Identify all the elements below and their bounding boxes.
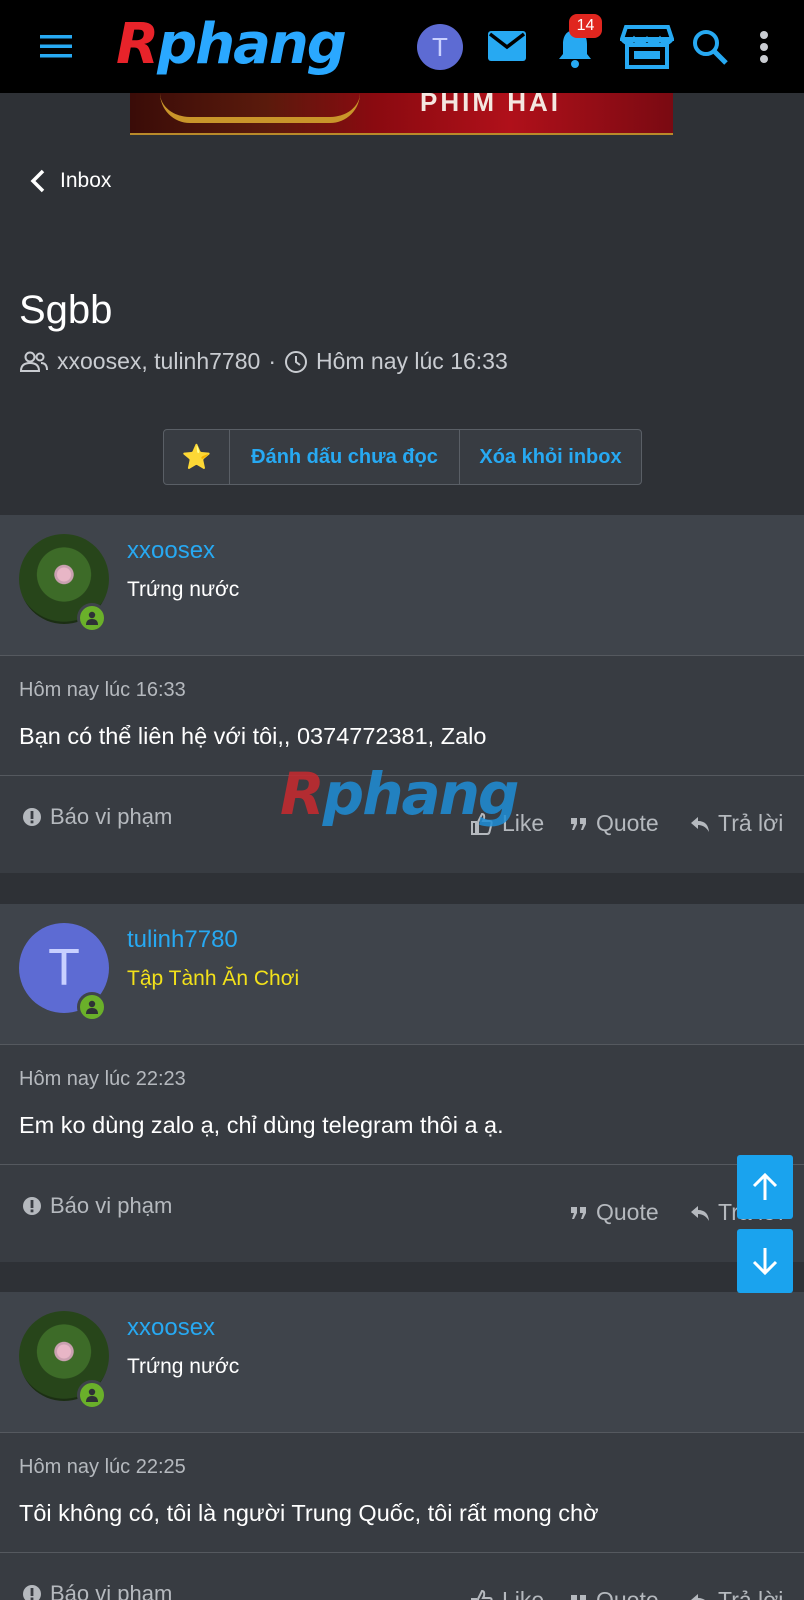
message-actions: Báo vi phạm Quote Trả lời [0, 1164, 804, 1256]
quote-icon [571, 817, 586, 830]
store-icon[interactable] [619, 22, 675, 72]
menu-icon[interactable] [36, 28, 76, 64]
report-button[interactable]: Báo vi phạm [22, 804, 172, 830]
clock-icon [284, 350, 307, 373]
like-button[interactable]: Like [470, 1587, 544, 1600]
page-title: Sgbb [19, 288, 113, 332]
more-vertical-icon[interactable] [752, 26, 776, 68]
conversation-time: Hôm nay lúc 16:33 [315, 348, 508, 374]
meta-separator: · [268, 348, 276, 374]
reply-button[interactable]: Trả lời [690, 1587, 783, 1600]
quote-label: Quote [596, 1587, 659, 1600]
reply-button[interactable]: Trả lời [690, 810, 783, 837]
alert-icon [23, 1197, 41, 1215]
star-button[interactable]: ⭐ [164, 430, 230, 484]
message-header: T tulinh7780 Tập Tành Ăn Chơi [0, 904, 804, 1045]
username[interactable]: tulinh7780 [127, 926, 238, 954]
online-status-icon [77, 603, 107, 633]
reply-icon [691, 816, 709, 832]
online-status-icon [77, 1380, 107, 1410]
quote-icon [571, 1594, 586, 1600]
notification-badge: 14 [569, 14, 602, 38]
banner-ornament [160, 93, 360, 123]
quote-button[interactable]: Quote [570, 1587, 659, 1600]
mark-unread-button[interactable]: Đánh dấu chưa đọc [230, 430, 460, 484]
report-label: Báo vi phạm [50, 804, 173, 829]
message-time[interactable]: Hôm nay lúc 22:25 [19, 1456, 186, 1479]
quote-label: Quote [596, 810, 659, 836]
reply-icon [691, 1593, 706, 1600]
quote-icon [571, 1206, 586, 1219]
scroll-to-bottom-button[interactable] [737, 1229, 793, 1293]
reply-label: Trả lời [718, 1587, 784, 1600]
conversation-actions: ⭐ Đánh dấu chưa đọc Xóa khỏi inbox [163, 429, 642, 485]
users-icon [19, 351, 48, 372]
user-title: Trứng nước [127, 1355, 240, 1378]
participants[interactable]: xxoosex, tulinh7780 [57, 348, 260, 375]
arrow-down-icon [752, 1248, 778, 1276]
top-bar: Rphang T 14 [0, 0, 804, 93]
mail-icon[interactable] [485, 26, 529, 66]
message-actions: Báo vi phạm Like Quote Trả lời [0, 1552, 804, 1600]
alert-icon [23, 808, 41, 826]
online-status-icon [77, 992, 107, 1022]
message-header: xxoosex Trứng nước [0, 515, 804, 656]
user-title: Tập Tành Ăn Chơi [127, 967, 300, 990]
scroll-to-top-button[interactable] [737, 1155, 793, 1219]
search-icon[interactable] [689, 26, 731, 68]
message: xxoosex Trứng nước Hôm nay lúc 22:25 Tôi… [0, 1292, 804, 1600]
message-body: Tôi không có, tôi là người Trung Quốc, t… [19, 1500, 599, 1526]
user-title: Trứng nước [127, 578, 240, 601]
back-to-inbox-link[interactable]: Inbox [30, 168, 111, 194]
banner-text: PHIM HAI [420, 93, 561, 117]
message-header: xxoosex Trứng nước [0, 1292, 804, 1433]
chevron-left-icon [30, 169, 45, 193]
arrow-up-icon [752, 1172, 778, 1200]
back-label: Inbox [60, 169, 112, 192]
quote-button[interactable]: Quote [570, 810, 659, 837]
message-body: Em ko dùng zalo ạ, chỉ dùng telegram thô… [19, 1112, 504, 1138]
conversation-meta: xxoosex, tulinh7780 · Hôm nay lúc 16:33 [19, 348, 508, 375]
message-body: Bạn có thể liên hệ với tôi,, 0374772381,… [19, 723, 487, 749]
alert-icon [23, 1585, 41, 1600]
report-button[interactable]: Báo vi phạm [22, 1193, 172, 1219]
like-label: Like [502, 1587, 545, 1600]
ad-banner[interactable]: PHIM HAI [130, 93, 673, 135]
quote-label: Quote [596, 1199, 659, 1225]
message: T tulinh7780 Tập Tành Ăn Chơi Hôm nay lú… [0, 904, 804, 1262]
message-time[interactable]: Hôm nay lúc 16:33 [19, 679, 186, 702]
reply-icon [691, 1205, 709, 1221]
username[interactable]: xxoosex [127, 537, 215, 565]
thumbs-up-icon [471, 1589, 493, 1600]
user-avatar[interactable]: T [417, 24, 463, 70]
quote-button[interactable]: Quote [570, 1199, 659, 1226]
report-button[interactable]: Báo vi phạm [22, 1581, 172, 1600]
report-label: Báo vi phạm [50, 1581, 173, 1600]
site-logo[interactable]: Rphang [116, 12, 361, 78]
message-time[interactable]: Hôm nay lúc 22:23 [19, 1068, 186, 1091]
site-watermark: Rphang [280, 760, 519, 828]
reply-label: Trả lời [718, 810, 784, 836]
remove-from-inbox-button[interactable]: Xóa khỏi inbox [460, 430, 641, 484]
report-label: Báo vi phạm [50, 1193, 173, 1218]
username[interactable]: xxoosex [127, 1314, 215, 1342]
